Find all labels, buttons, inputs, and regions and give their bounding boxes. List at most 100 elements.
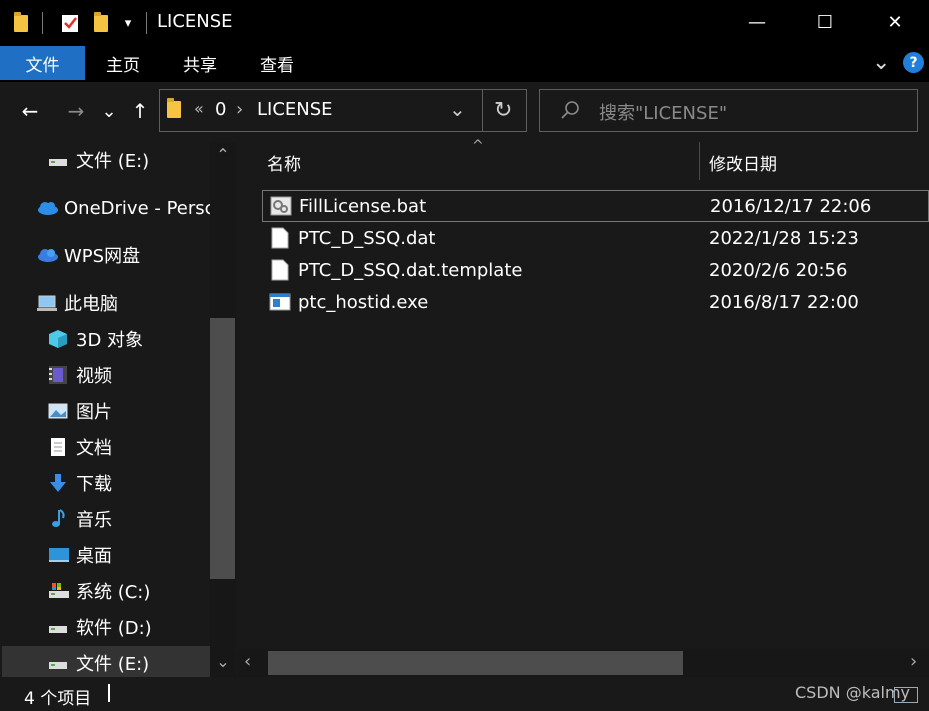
file-name: PTC_D_SSQ.dat.template (298, 259, 523, 281)
scroll-down-button[interactable]: ⌄ (213, 652, 233, 671)
sidebar-item-label: 视频 (76, 366, 112, 387)
file-name: ptc_hostid.exe (298, 291, 429, 313)
sidebar-item-label: 下载 (76, 474, 112, 495)
music-icon (48, 509, 68, 529)
exe-icon (269, 291, 291, 313)
drive-icon (48, 581, 69, 601)
sidebar-item-documents[interactable]: 文档 (0, 429, 210, 465)
column-header-date[interactable]: 修改日期 (709, 150, 777, 175)
search-icon (560, 100, 580, 124)
minimize-button[interactable]: — (727, 0, 787, 44)
sidebar-item-this-pc[interactable]: 此电脑 (0, 285, 210, 321)
sort-up-icon: ^ (472, 138, 484, 154)
sidebar-item-label: 文件 (E:) (76, 151, 150, 172)
properties-icon[interactable] (60, 12, 80, 34)
sidebar-item-label: 系统 (C:) (76, 582, 151, 603)
scroll-right-button[interactable]: › (910, 651, 917, 672)
sidebar-item-label: WPS网盘 (64, 246, 141, 267)
sidebar-item-3d-objects[interactable]: 3D 对象 (0, 321, 210, 357)
recent-locations-button[interactable]: ⌄ (99, 96, 119, 126)
drive-icon (48, 150, 68, 170)
drive-icon (48, 653, 68, 673)
sidebar-item-label: 文档 (76, 438, 112, 459)
file-date: 2022/1/28 15:23 (709, 227, 859, 249)
sidebar-item-label: 音乐 (76, 510, 112, 531)
separator (146, 12, 147, 34)
file-date: 2020/2/6 20:56 (709, 259, 848, 281)
breadcrumb-overflow[interactable]: « (194, 99, 204, 118)
new-folder-icon[interactable] (94, 11, 108, 34)
sidebar-item-drive-e[interactable]: 文件 (E:) (0, 645, 210, 681)
sidebar-item-pictures[interactable]: 图片 (0, 393, 210, 429)
title-bar (0, 0, 929, 44)
column-divider[interactable] (699, 142, 700, 180)
file-name: PTC_D_SSQ.dat (298, 227, 436, 249)
tab-file[interactable]: 文件 (0, 46, 85, 80)
scroll-up-button[interactable]: ⌃ (213, 145, 233, 164)
sidebar-item-drive-c[interactable]: 系统 (C:) (0, 573, 210, 609)
help-icon[interactable]: ? (903, 52, 924, 73)
sidebar-item-onedrive[interactable]: OneDrive - Persc (0, 190, 210, 226)
forward-button[interactable]: → (62, 96, 90, 126)
sidebar-item-label: 软件 (D:) (76, 618, 152, 639)
expand-ribbon-icon[interactable]: ⌄ (872, 50, 890, 75)
sidebar-item-label: 此电脑 (64, 294, 118, 315)
sidebar-item-label: 桌面 (76, 546, 112, 567)
sidebar-item-music[interactable]: 音乐 (0, 501, 210, 537)
file-date: 2016/8/17 22:00 (709, 291, 859, 313)
view-toggle-icon[interactable] (894, 687, 918, 703)
separator (42, 12, 43, 34)
breadcrumb-item[interactable]: 0 (215, 99, 226, 120)
sidebar-item-downloads[interactable]: 下载 (0, 465, 210, 501)
picture-icon (48, 401, 68, 421)
table-row[interactable]: PTC_D_SSQ.dat 2022/1/28 15:23 (262, 222, 929, 254)
video-icon (48, 365, 68, 385)
item-count: 4 个项目 (24, 689, 92, 709)
table-row[interactable]: FillLicense.bat 2016/12/17 22:06 (262, 190, 929, 222)
up-button[interactable]: ↑ (127, 96, 153, 126)
search-input[interactable] (539, 89, 918, 132)
sidebar-item-drive-d[interactable]: 软件 (D:) (0, 609, 210, 645)
computer-icon (36, 293, 57, 313)
customize-toolbar-icon[interactable]: ▾ (120, 12, 136, 34)
status-divider (108, 684, 110, 702)
column-header-name[interactable]: 名称 (267, 150, 301, 175)
window-title: LICENSE (157, 11, 233, 32)
tab-view[interactable]: 查看 (242, 46, 312, 80)
watermark: CSDN @kalmy (795, 683, 910, 702)
cloud-icon (36, 245, 58, 265)
sidebar-item-desktop[interactable]: 桌面 (0, 537, 210, 573)
file-name: FillLicense.bat (299, 195, 427, 217)
maximize-button[interactable]: ☐ (795, 0, 855, 44)
cloud-icon (36, 198, 58, 218)
sidebar-item-wps[interactable]: WPS网盘 (0, 237, 210, 273)
close-button[interactable]: ✕ (865, 0, 925, 44)
chevron-right-icon[interactable]: › (236, 99, 243, 120)
batch-file-icon (270, 195, 292, 217)
address-dropdown-icon[interactable]: ⌄ (449, 97, 466, 121)
folder-icon (167, 98, 181, 118)
sidebar-item-videos[interactable]: 视频 (0, 357, 210, 393)
download-icon (48, 473, 68, 493)
status-bar (0, 677, 929, 711)
breadcrumb-item[interactable]: LICENSE (257, 99, 333, 120)
sidebar-item-drive-e-top[interactable]: 文件 (E:) (0, 142, 210, 178)
table-row[interactable]: ptc_hostid.exe 2016/8/17 22:00 (262, 286, 929, 318)
back-button[interactable]: ← (16, 96, 44, 126)
document-icon (48, 437, 68, 457)
sidebar-scroll-thumb[interactable] (210, 318, 235, 579)
file-icon (269, 227, 291, 249)
cube-icon (48, 329, 68, 349)
scroll-left-button[interactable]: ‹ (244, 651, 251, 672)
drive-icon (48, 617, 68, 637)
refresh-icon[interactable]: ↻ (494, 98, 512, 123)
file-icon (269, 259, 291, 281)
table-row[interactable]: PTC_D_SSQ.dat.template 2020/2/6 20:56 (262, 254, 929, 286)
desktop-icon (48, 545, 69, 565)
horizontal-scroll-thumb[interactable] (268, 651, 683, 675)
tab-home[interactable]: 主页 (88, 46, 158, 80)
sidebar-item-label: 图片 (76, 402, 112, 423)
folder-icon (14, 11, 28, 34)
tab-share[interactable]: 共享 (165, 46, 235, 80)
sidebar-item-label: 文件 (E:) (76, 654, 150, 675)
